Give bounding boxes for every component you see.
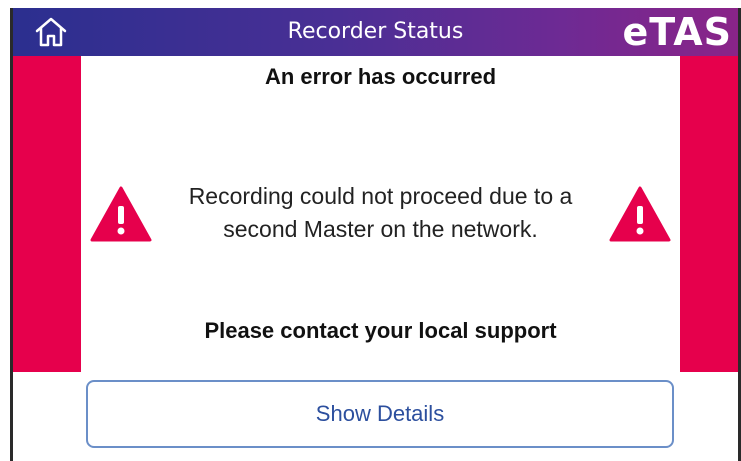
error-side-bar-right bbox=[680, 56, 738, 372]
warning-icon bbox=[609, 186, 671, 242]
error-message: Recording could not proceed due to a sec… bbox=[161, 180, 600, 246]
warning-icon-left bbox=[89, 184, 153, 248]
home-button[interactable] bbox=[31, 14, 71, 50]
warning-icon-right bbox=[608, 184, 672, 248]
error-message-line-2: second Master on the network. bbox=[223, 216, 538, 242]
error-message-line-1: Recording could not proceed due to a bbox=[188, 183, 573, 209]
warning-icon bbox=[90, 186, 152, 242]
home-icon bbox=[35, 17, 67, 47]
header-bar: Recorder Status eTAS bbox=[13, 8, 738, 56]
page-title: Recorder Status bbox=[287, 19, 464, 44]
support-text: Please contact your local support bbox=[204, 318, 557, 343]
error-panel: An error has occurred Recording could no… bbox=[81, 56, 680, 372]
recorder-status-screen: Recorder Status eTAS An error has occurr… bbox=[0, 0, 741, 461]
error-heading: An error has occurred bbox=[264, 64, 497, 89]
etas-logo: eTAS bbox=[622, 10, 732, 54]
show-details-button[interactable]: Show Details bbox=[86, 380, 674, 448]
error-side-bar-left bbox=[13, 56, 81, 372]
